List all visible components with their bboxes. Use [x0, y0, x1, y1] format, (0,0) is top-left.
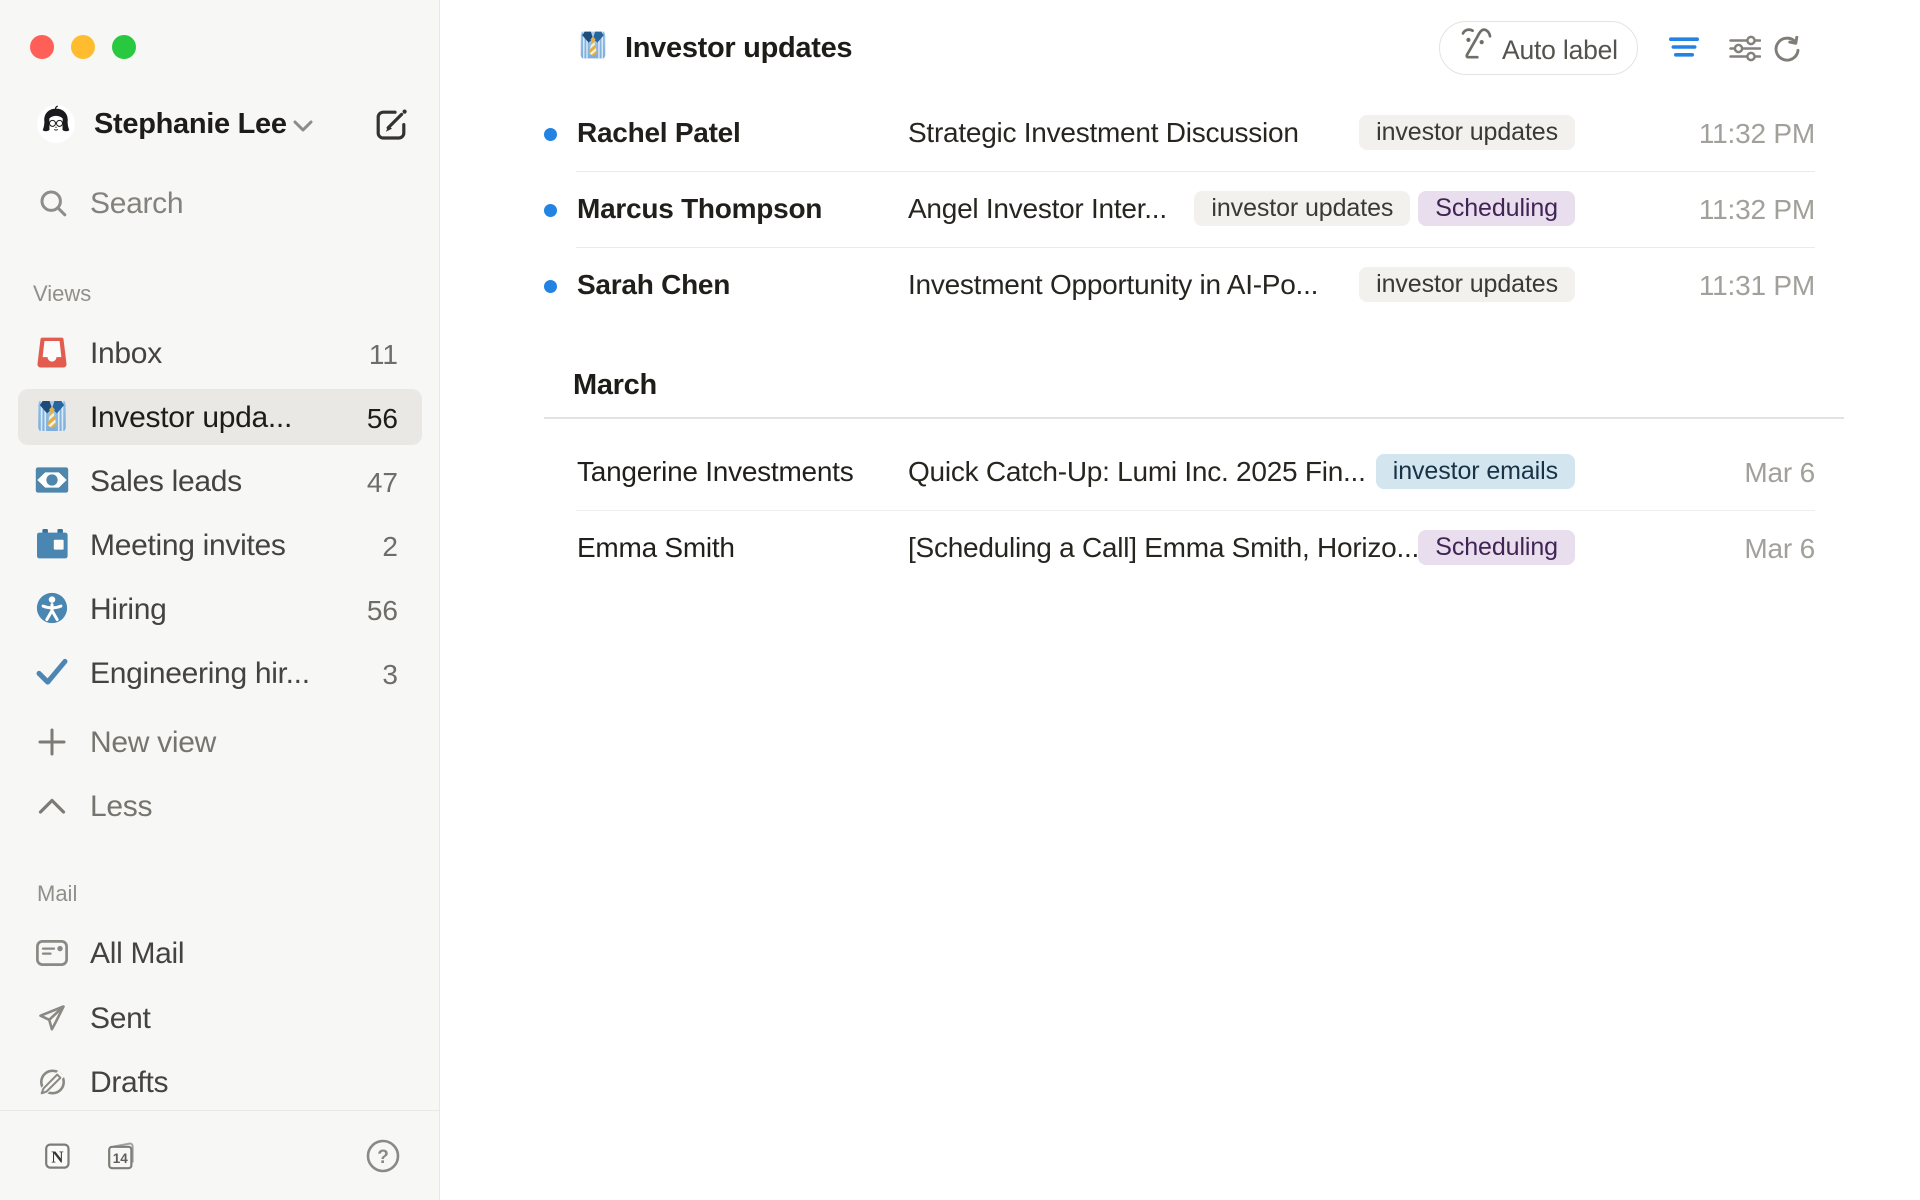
- svg-text:?: ?: [377, 1147, 389, 1168]
- svg-text:N: N: [51, 1148, 64, 1167]
- svg-text:14: 14: [113, 1151, 129, 1166]
